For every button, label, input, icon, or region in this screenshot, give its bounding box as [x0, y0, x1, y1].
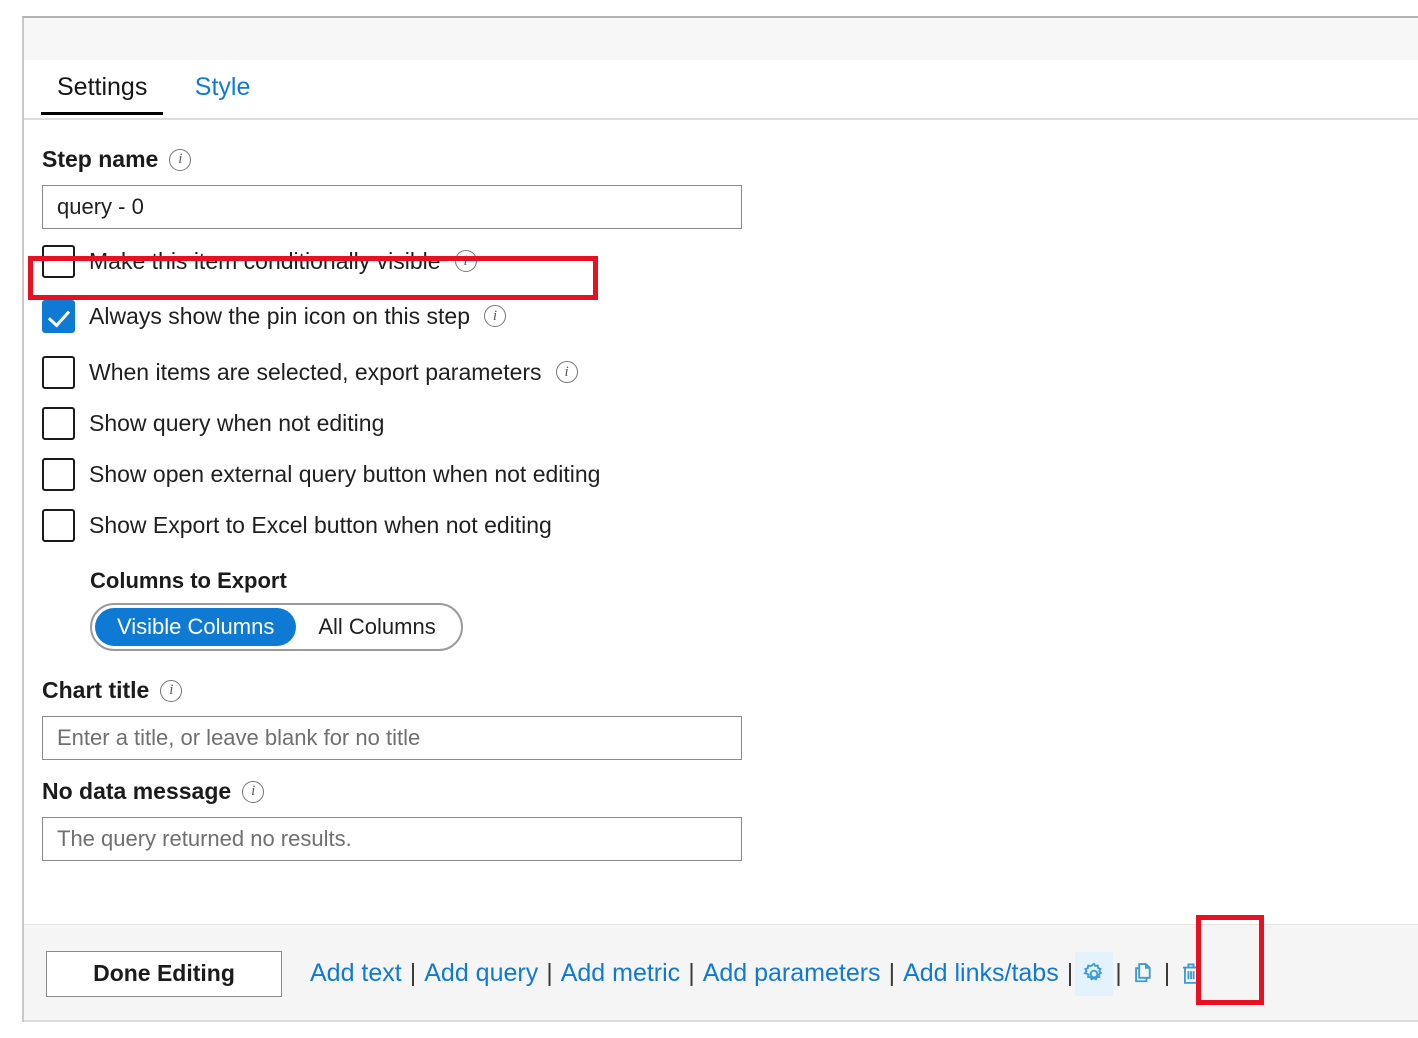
columns-to-export-label-text: Columns to Export [90, 568, 287, 594]
info-icon[interactable]: i [455, 250, 477, 272]
separator: | [544, 959, 555, 988]
checkbox-row-show-query[interactable]: Show query when not editing [42, 404, 1418, 442]
checkbox-label: When items are selected, export paramete… [89, 359, 542, 386]
checkbox-row-show-external-query[interactable]: Show open external query button when not… [42, 455, 1418, 493]
footer-bottom-rule [24, 1020, 1418, 1022]
option-all-columns[interactable]: All Columns [296, 608, 457, 646]
add-links-tabs-link[interactable]: Add links/tabs [897, 959, 1065, 988]
add-text-link[interactable]: Add text [304, 959, 408, 988]
step-name-label: Step name i [42, 146, 1418, 173]
separator: | [1162, 959, 1173, 988]
checkbox-show-export-excel[interactable] [42, 509, 75, 542]
checkbox-always-show-pin[interactable] [42, 300, 75, 333]
checkbox-label: Show query when not editing [89, 410, 384, 437]
info-icon[interactable]: i [160, 680, 182, 702]
tab-settings[interactable]: Settings [40, 60, 164, 115]
no-data-message-input[interactable] [42, 817, 742, 861]
info-icon[interactable]: i [484, 305, 506, 327]
separator: | [1113, 959, 1124, 988]
checkbox-label: Make this item conditionally visible [89, 248, 441, 275]
option-visible-columns[interactable]: Visible Columns [95, 608, 296, 646]
separator: | [408, 959, 419, 988]
checkbox-row-conditionally-visible[interactable]: Make this item conditionally visible i [42, 242, 1418, 280]
checkbox-row-export-parameters[interactable]: When items are selected, export paramete… [42, 353, 1418, 391]
checkbox-export-parameters[interactable] [42, 356, 75, 389]
settings-content: Step name i Make this item conditionally… [24, 120, 1418, 924]
add-parameters-link[interactable]: Add parameters [697, 959, 887, 988]
no-data-message-label-text: No data message [42, 778, 231, 805]
separator: | [1065, 959, 1076, 988]
editor-footer: Done Editing Add text | Add query | Add … [24, 924, 1418, 1022]
checkbox-show-external-query[interactable] [42, 458, 75, 491]
checkbox-row-always-show-pin[interactable]: Always show the pin icon on this step i [42, 297, 1418, 335]
tab-style[interactable]: Style [178, 60, 268, 115]
separator: | [686, 959, 697, 988]
tab-bar: Settings Style [24, 60, 1418, 120]
gear-icon[interactable] [1075, 952, 1113, 996]
step-name-label-text: Step name [42, 146, 158, 173]
checkbox-label: Show Export to Excel button when not edi… [89, 512, 552, 539]
info-icon[interactable]: i [169, 149, 191, 171]
checkbox-conditionally-visible[interactable] [42, 245, 75, 278]
step-name-input[interactable] [42, 185, 742, 229]
chart-title-label-text: Chart title [42, 677, 149, 704]
add-metric-link[interactable]: Add metric [555, 959, 686, 988]
checkbox-row-show-export-excel[interactable]: Show Export to Excel button when not edi… [42, 506, 1418, 544]
footer-actions: Add text | Add query | Add metric | Add … [304, 952, 1210, 996]
settings-panel: Settings Style Step name i Make this ite… [22, 16, 1418, 1022]
no-data-message-label: No data message i [42, 778, 1418, 805]
info-icon[interactable]: i [556, 361, 578, 383]
chart-title-label: Chart title i [42, 677, 1418, 704]
separator: | [887, 959, 898, 988]
checkbox-show-query[interactable] [42, 407, 75, 440]
done-editing-button[interactable]: Done Editing [46, 951, 282, 997]
copy-icon[interactable] [1124, 952, 1162, 996]
add-query-link[interactable]: Add query [418, 959, 544, 988]
checkbox-label: Show open external query button when not… [89, 461, 600, 488]
info-icon[interactable]: i [242, 781, 264, 803]
panel-header-strip [24, 18, 1418, 60]
columns-to-export-label: Columns to Export [90, 568, 1418, 594]
checkbox-label: Always show the pin icon on this step [89, 303, 470, 330]
columns-to-export-toggle[interactable]: Visible Columns All Columns [90, 603, 463, 651]
trash-icon[interactable] [1172, 952, 1210, 996]
chart-title-input[interactable] [42, 716, 742, 760]
